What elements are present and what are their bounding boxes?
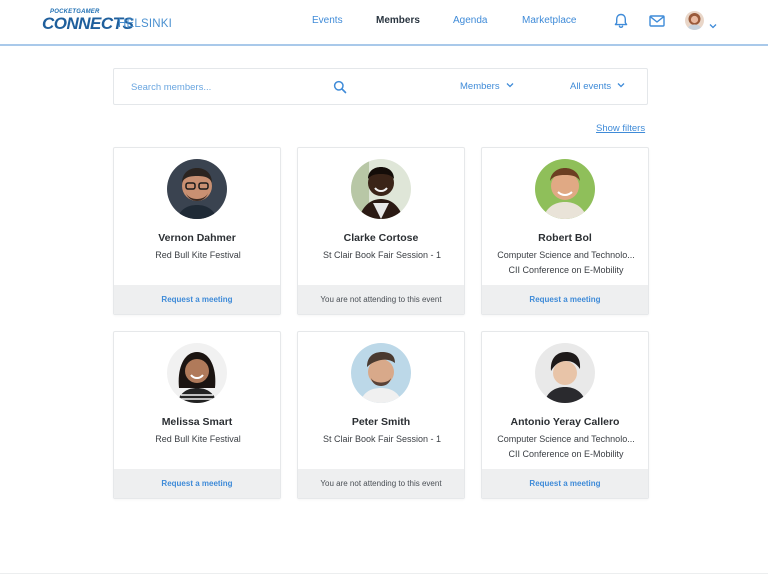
card-footer: You are not attending to this event [298, 285, 464, 314]
member-event: Computer Science and Technolo... [497, 250, 635, 260]
chevron-down-icon [506, 81, 514, 89]
request-meeting-link[interactable]: Request a meeting [529, 479, 600, 488]
nav-members[interactable]: Members [376, 15, 420, 26]
member-card[interactable]: Vernon Dahmer Red Bull Kite Festival Req… [113, 147, 281, 315]
nav-agenda[interactable]: Agenda [453, 15, 487, 26]
member-photo [351, 343, 411, 403]
card-footer: Request a meeting [114, 469, 280, 498]
member-photo [535, 343, 595, 403]
member-card[interactable]: Peter Smith St Clair Book Fair Session -… [297, 331, 465, 499]
member-name: Robert Bol [538, 232, 592, 244]
avatar [685, 11, 704, 30]
member-name: Vernon Dahmer [158, 232, 236, 244]
top-header: POCKETGAMER CONNECTS HELSINKI Events Mem… [0, 0, 768, 46]
search-bar: Members All events [113, 68, 648, 105]
member-card[interactable]: Antonio Yeray Callero Computer Science a… [481, 331, 649, 499]
card-footer: Request a meeting [114, 285, 280, 314]
member-name: Melissa Smart [161, 416, 233, 428]
member-event: Computer Science and Technolo... [497, 434, 635, 444]
member-event: Red Bull Kite Festival [155, 250, 241, 260]
type-filter-dropdown[interactable]: Members [460, 81, 514, 92]
member-name: Clarke Cortose [343, 232, 419, 244]
member-event-secondary: CII Conference on E-Mobility [508, 265, 624, 275]
member-event: St Clair Book Fair Session - 1 [322, 250, 442, 260]
search-input[interactable] [131, 80, 331, 95]
request-meeting-link[interactable]: Request a meeting [161, 295, 232, 304]
bell-icon[interactable] [612, 12, 630, 30]
user-menu[interactable] [685, 11, 719, 31]
member-card[interactable]: Robert Bol Computer Science and Technolo… [481, 147, 649, 315]
event-filter-label: All events [570, 81, 612, 92]
member-name: Peter Smith [351, 416, 411, 428]
request-meeting-link[interactable]: Request a meeting [529, 295, 600, 304]
event-filter-dropdown[interactable]: All events [570, 81, 625, 92]
member-name: Antonio Yeray Callero [510, 416, 620, 428]
card-footer: You are not attending to this event [298, 469, 464, 498]
mail-icon[interactable] [648, 12, 666, 30]
member-card[interactable]: Melissa Smart Red Bull Kite Festival Req… [113, 331, 281, 499]
logo-city-text: HELSINKI [118, 18, 173, 30]
nav-events[interactable]: Events [312, 15, 343, 26]
chevron-down-icon [709, 17, 717, 35]
nav-marketplace[interactable]: Marketplace [522, 15, 576, 26]
card-footer: Request a meeting [482, 469, 648, 498]
request-meeting-link[interactable]: Request a meeting [161, 479, 232, 488]
type-filter-label: Members [460, 81, 500, 92]
not-attending-text: You are not attending to this event [320, 295, 442, 304]
member-photo [351, 159, 411, 219]
member-photo [535, 159, 595, 219]
member-event: Red Bull Kite Festival [155, 434, 241, 444]
member-event-secondary: CII Conference on E-Mobility [508, 449, 624, 459]
divider [0, 573, 768, 574]
not-attending-text: You are not attending to this event [320, 479, 442, 488]
card-footer: Request a meeting [482, 285, 648, 314]
chevron-down-icon [617, 81, 625, 89]
member-card[interactable]: Clarke Cortose St Clair Book Fair Sessio… [297, 147, 465, 315]
member-event: St Clair Book Fair Session - 1 [322, 434, 442, 444]
member-photo [167, 343, 227, 403]
search-icon[interactable] [333, 80, 347, 94]
member-photo [167, 159, 227, 219]
show-filters-link[interactable]: Show filters [596, 123, 645, 134]
